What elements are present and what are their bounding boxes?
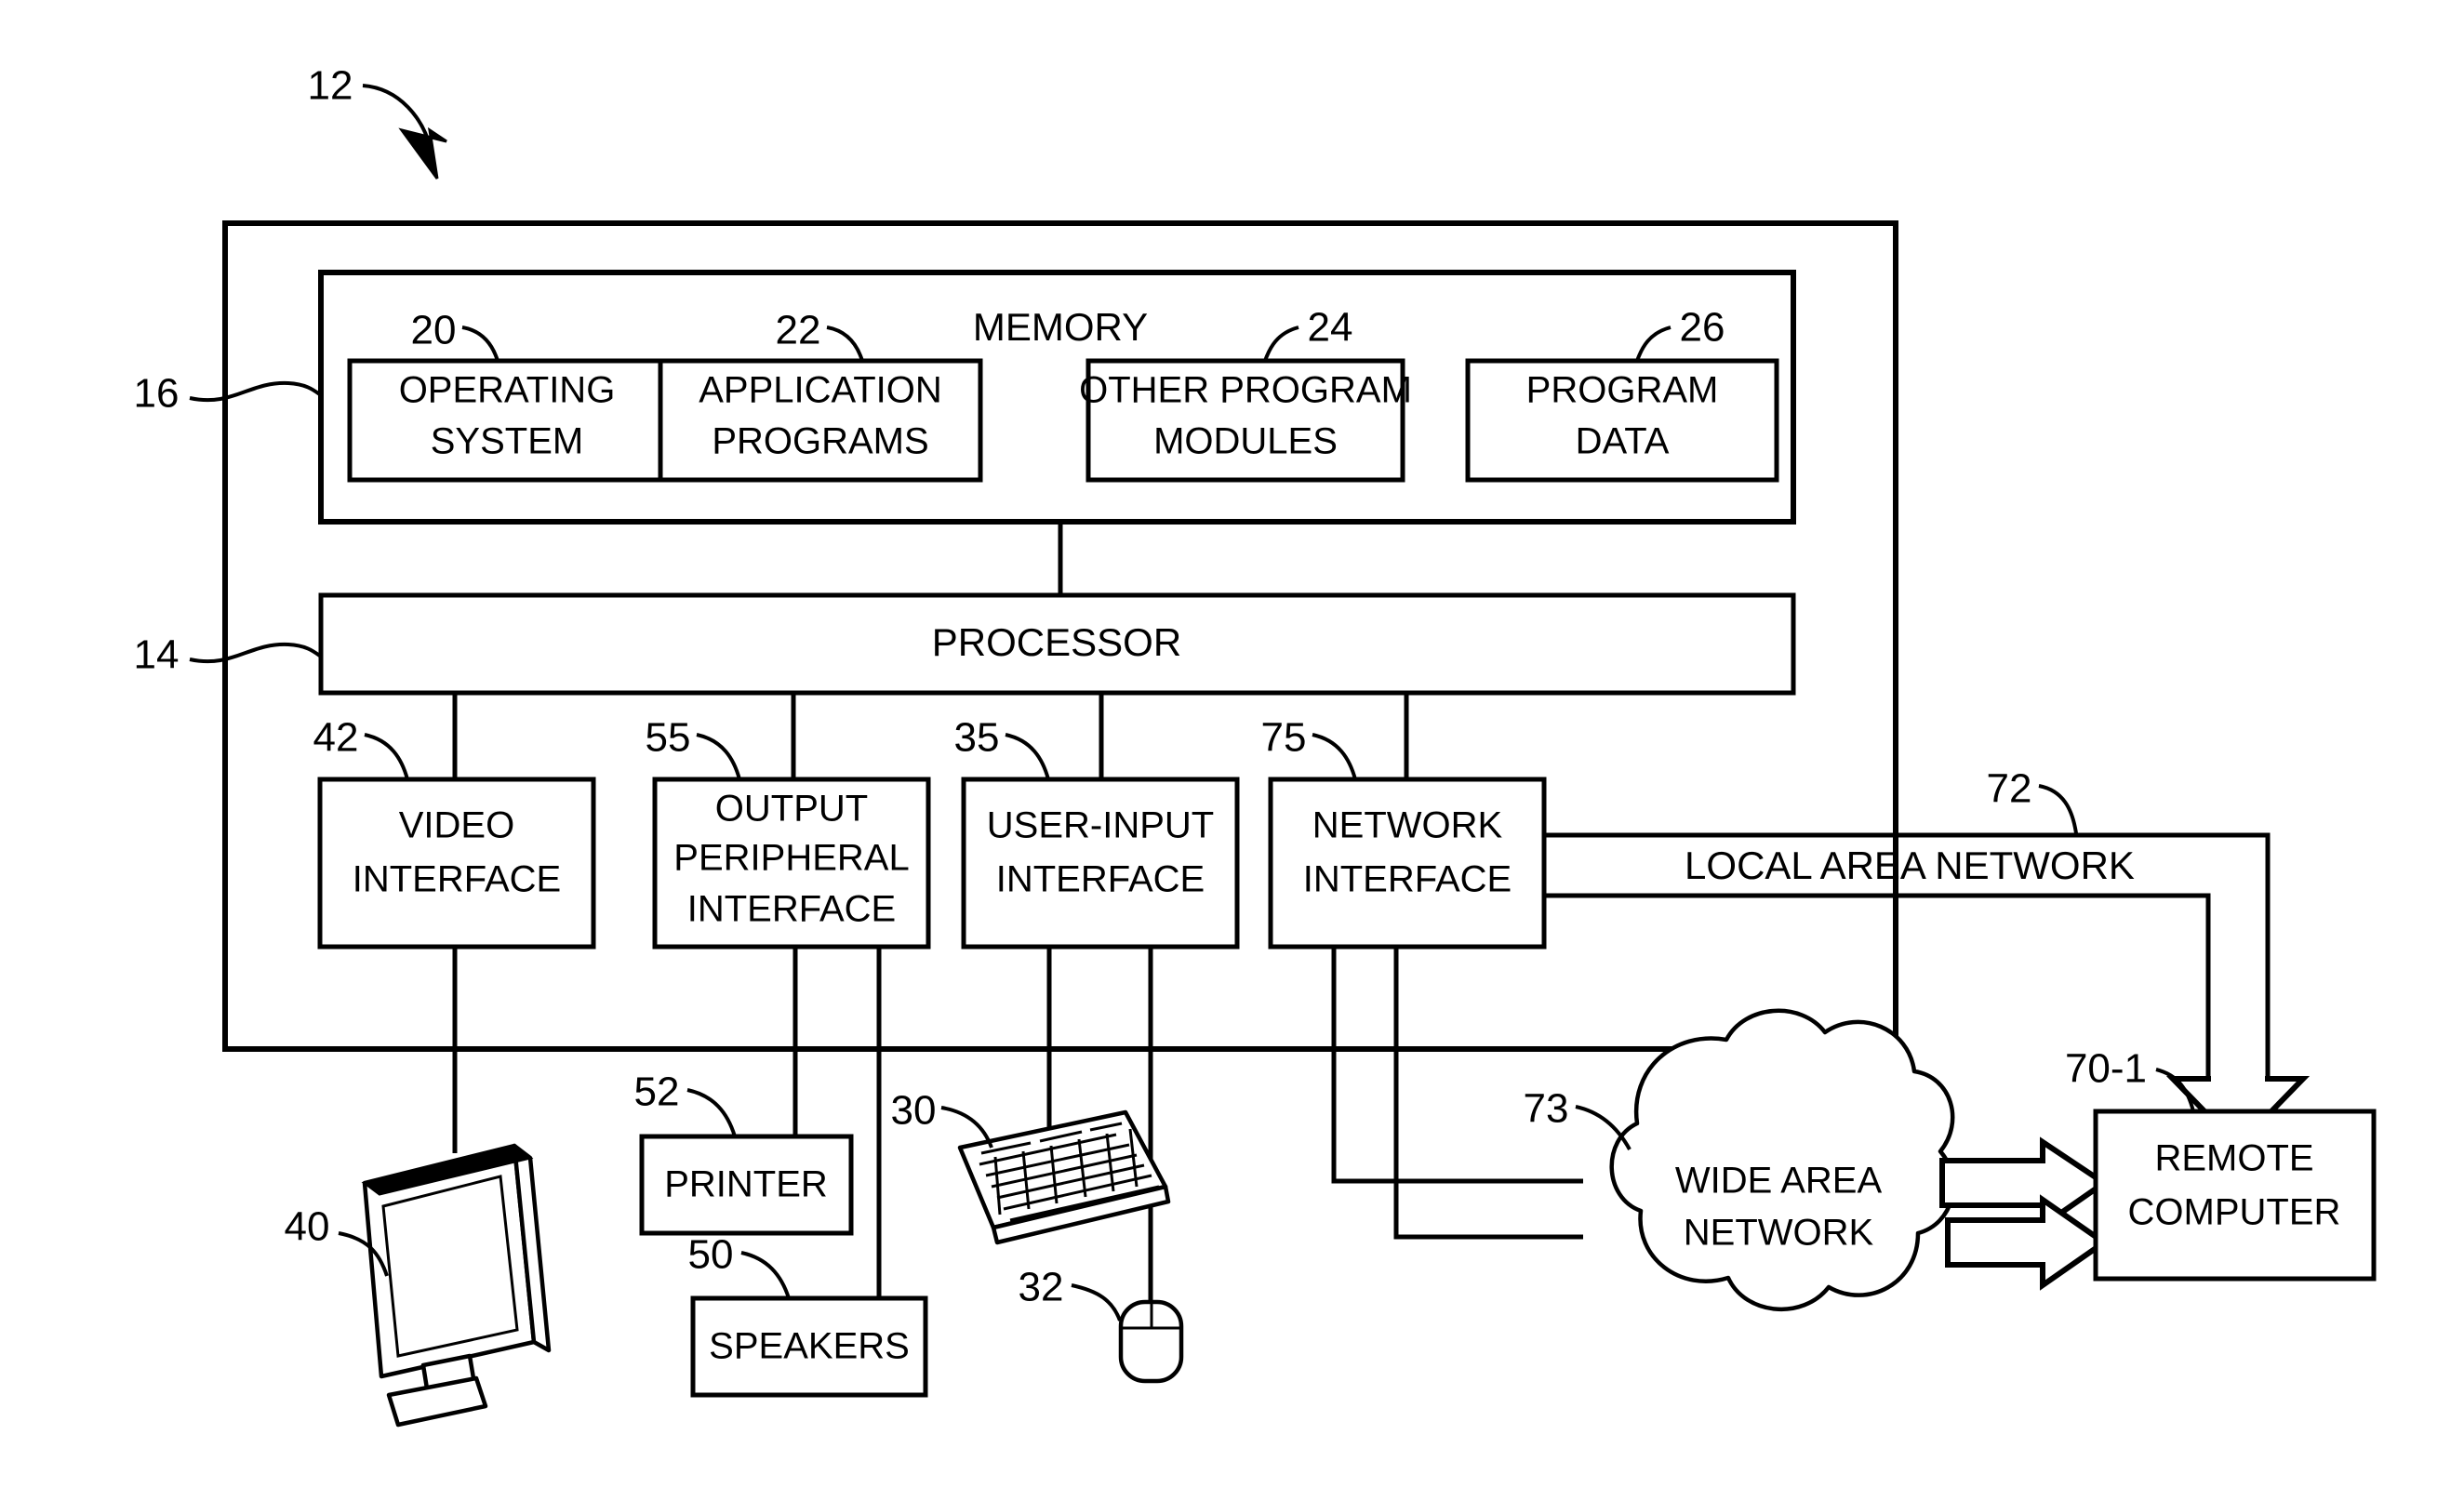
network-interface-to-wan-upper <box>1331 947 1583 1184</box>
printer-group: PRINTER 52 <box>634 1069 854 1236</box>
monitor-base <box>386 1375 488 1428</box>
ref-42-label: 42 <box>313 715 359 761</box>
ref-26-leader-line <box>1635 325 1672 362</box>
network-interface-line2: INTERFACE <box>1303 859 1512 900</box>
program-data-line1: PROGRAM <box>1526 370 1719 411</box>
wide-area-network-group: WIDE AREA NETWORK 73 <box>1524 1008 1956 1312</box>
ref-20-leader-line <box>461 325 499 362</box>
ref-73-label: 73 <box>1524 1086 1569 1132</box>
wan-to-remote-arrow-upper <box>1939 1136 2110 1231</box>
ref-12-label: 12 <box>308 63 353 109</box>
printer-label: PRINTER <box>664 1164 828 1205</box>
wan-line2: NETWORK <box>1684 1213 1874 1254</box>
ref-75-leader-line <box>1312 733 1357 780</box>
output-peripheral-line2: PERIPHERAL <box>673 838 909 879</box>
wan-to-remote-arrows <box>1939 1136 2110 1291</box>
ref-22-label: 22 <box>776 308 821 353</box>
network-interface-line1: NETWORK <box>1312 805 1503 846</box>
mouse-group: 32 <box>1019 1265 1184 1384</box>
ref-24-label: 24 <box>1308 305 1353 351</box>
processor-label: PROCESSOR <box>932 620 1181 664</box>
system-block-diagram: 12 MEMORY 16 OPERATING SYSTEM 20 APPLICA… <box>134 63 2377 1428</box>
ref-24-leader-line <box>1263 325 1299 362</box>
remote-computer-line2: COMPUTER <box>2128 1192 2341 1233</box>
ref-35-leader-line <box>1005 733 1050 780</box>
other-program-modules-line1: OTHER PROGRAM <box>1079 370 1412 411</box>
user-input-interface-group: USER-INPUT INTERFACE 35 <box>954 715 1240 950</box>
ref-52-label: 52 <box>634 1069 680 1115</box>
memory-title: MEMORY <box>973 305 1148 349</box>
ref-16-label: 16 <box>134 371 180 417</box>
memory-block-operating-system: OPERATING SYSTEM 20 <box>347 308 667 483</box>
ref-14-leader-line <box>189 642 323 664</box>
ref-32-label: 32 <box>1019 1265 1064 1310</box>
ref-72-label: 72 <box>1987 766 2032 812</box>
lan-arrow-neck-mask <box>2211 1074 2265 1083</box>
output-peripheral-line3: INTERFACE <box>687 889 896 930</box>
ref-50-leader-line <box>740 1251 791 1299</box>
application-programs-line1: APPLICATION <box>699 370 942 411</box>
speakers-group: SPEAKERS 50 <box>688 1232 928 1398</box>
ref-16-leader-line <box>189 380 323 403</box>
ref-22-leader-line <box>826 325 864 362</box>
ref-55-label: 55 <box>646 715 691 761</box>
ref-32-leader-line <box>1071 1283 1122 1322</box>
user-input-line2: INTERFACE <box>996 859 1205 900</box>
video-interface-line2: INTERFACE <box>353 859 561 900</box>
ref-12-arrowhead <box>398 126 447 179</box>
network-interface-group: NETWORK INTERFACE 75 <box>1261 715 1547 950</box>
ref-52-leader-line <box>686 1088 737 1137</box>
application-programs-line2: PROGRAMS <box>712 421 928 462</box>
wan-line1: WIDE AREA <box>1675 1161 1883 1202</box>
operating-system-line2: SYSTEM <box>431 421 583 462</box>
ref-70-1-label: 70-1 <box>2065 1046 2147 1092</box>
lan-label: LOCAL AREA NETWORK <box>1685 843 2135 887</box>
ref-75-label: 75 <box>1261 715 1307 761</box>
ref-14-label: 14 <box>134 632 180 678</box>
user-input-line1: USER-INPUT <box>987 805 1214 846</box>
figure-ref-12-group: 12 <box>308 63 447 179</box>
ref-26-label: 26 <box>1680 305 1725 351</box>
program-data-line2: DATA <box>1576 421 1670 462</box>
patent-figure-canvas: 12 MEMORY 16 OPERATING SYSTEM 20 APPLICA… <box>0 0 2464 1501</box>
other-program-modules-line2: MODULES <box>1153 421 1338 462</box>
ref-50-label: 50 <box>688 1232 734 1278</box>
remote-computer-line1: REMOTE <box>2154 1138 2313 1179</box>
output-peripheral-interface-group: OUTPUT PERIPHERAL INTERFACE 55 <box>646 715 931 950</box>
keyboard-group: 30 <box>891 1088 1171 1245</box>
wan-to-remote-arrow-lower <box>1945 1194 2110 1291</box>
ref-35-label: 35 <box>954 715 1000 761</box>
ref-20-label: 20 <box>411 308 457 353</box>
memory-block-program-data: PROGRAM DATA 26 <box>1465 305 1779 483</box>
ref-55-leader-line <box>696 733 741 780</box>
ref-42-leader-line <box>364 733 409 780</box>
ref-30-label: 30 <box>891 1088 937 1134</box>
speakers-label: SPEAKERS <box>709 1326 910 1367</box>
processor-group: PROCESSOR 14 <box>134 592 1796 696</box>
output-peripheral-line1: OUTPUT <box>715 789 868 830</box>
video-interface-line1: VIDEO <box>399 805 514 846</box>
monitor-group: 40 <box>285 1143 552 1428</box>
ref-40-label: 40 <box>285 1204 330 1250</box>
memory-block-application-programs: APPLICATION PROGRAMS 22 <box>658 308 983 483</box>
operating-system-line1: OPERATING <box>399 370 616 411</box>
ref-72-leader-line <box>2038 784 2078 834</box>
